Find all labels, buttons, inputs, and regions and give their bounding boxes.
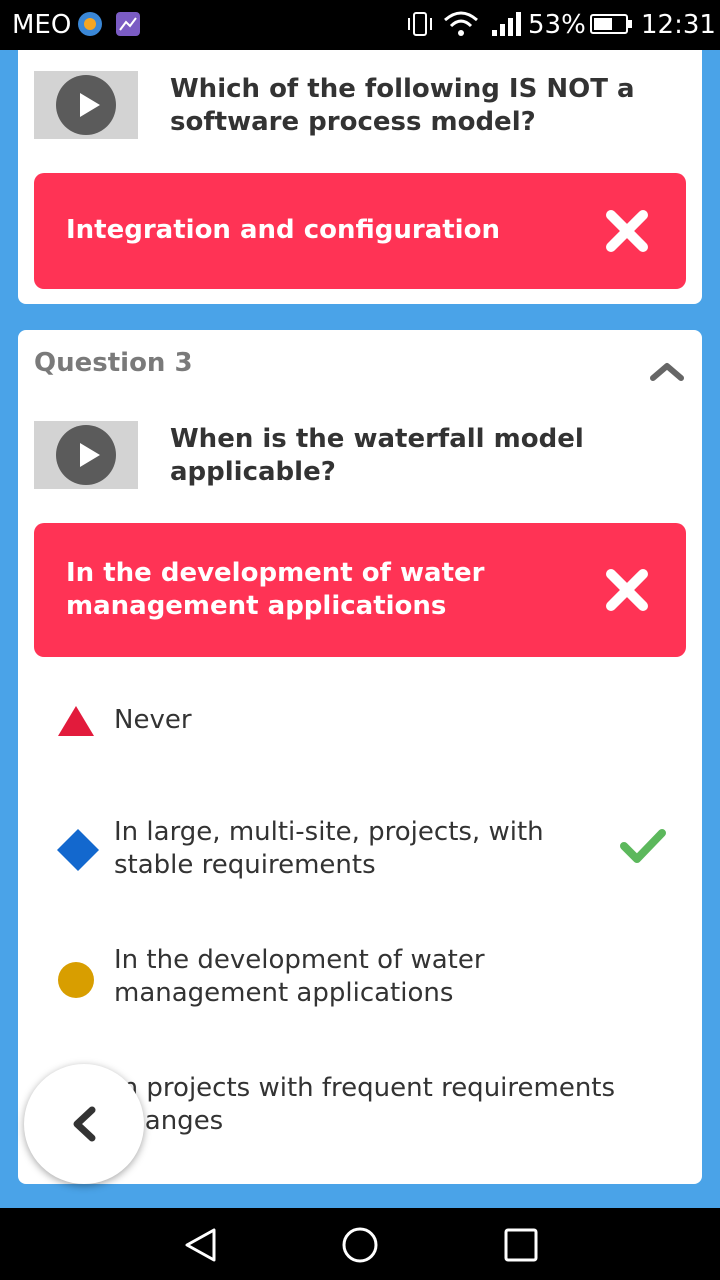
question-text: When is the waterfall model applicable? [170, 424, 584, 487]
option-text: Never [114, 705, 192, 735]
nav-home-icon[interactable] [341, 1226, 379, 1264]
circle-icon [58, 962, 94, 998]
vibrate-icon [405, 10, 433, 38]
signal-icon [490, 10, 524, 38]
answer-option-correct: In large, multi-site, projects, with sta… [18, 810, 702, 890]
wrong-x-icon [606, 569, 648, 611]
check-icon [620, 829, 666, 863]
question-text: Which of the following IS NOT a software… [170, 74, 635, 137]
wifi-icon [443, 10, 479, 38]
gallery-notification-icon [114, 10, 142, 38]
selected-answer-text: Integration and configuration [66, 215, 500, 245]
play-icon[interactable] [56, 425, 116, 485]
option-text: In the development of water management a… [114, 945, 485, 1008]
app-notification-icon [76, 10, 104, 38]
triangle-icon [58, 706, 94, 736]
clock: 12:31 [641, 10, 716, 40]
question-media-thumbnail[interactable] [34, 421, 138, 489]
selected-answer-wrong: Integration and configuration [34, 173, 686, 289]
question-media-thumbnail[interactable] [34, 71, 138, 139]
wrong-x-icon [606, 210, 648, 252]
question-card: Question 3 When is the waterfall model a… [18, 330, 702, 1184]
chevron-up-icon[interactable] [650, 360, 684, 382]
battery-icon [589, 10, 633, 38]
navigation-bar [0, 1208, 720, 1280]
status-bar: MEO 53% 12:31 [0, 0, 720, 50]
diamond-icon [57, 829, 99, 871]
play-icon[interactable] [56, 75, 116, 135]
battery-percent: 53% [528, 10, 586, 40]
nav-back-icon[interactable] [182, 1226, 220, 1264]
carrier-label: MEO [12, 10, 72, 40]
option-text: In large, multi-site, projects, with sta… [114, 817, 544, 880]
nav-recents-icon[interactable] [502, 1226, 540, 1264]
chevron-left-icon[interactable] [68, 1104, 100, 1144]
answer-option: Never [18, 690, 702, 750]
question-number-label: Question 3 [34, 348, 193, 378]
selected-answer-wrong: In the development of water management a… [34, 523, 686, 657]
answer-option: In the development of water management a… [18, 940, 702, 1020]
option-text: In projects with frequent requirements c… [114, 1073, 616, 1136]
back-button[interactable] [24, 1064, 144, 1184]
selected-answer-text: In the development of water management a… [66, 558, 485, 621]
previous-question-card: Which of the following IS NOT a software… [18, 50, 702, 304]
